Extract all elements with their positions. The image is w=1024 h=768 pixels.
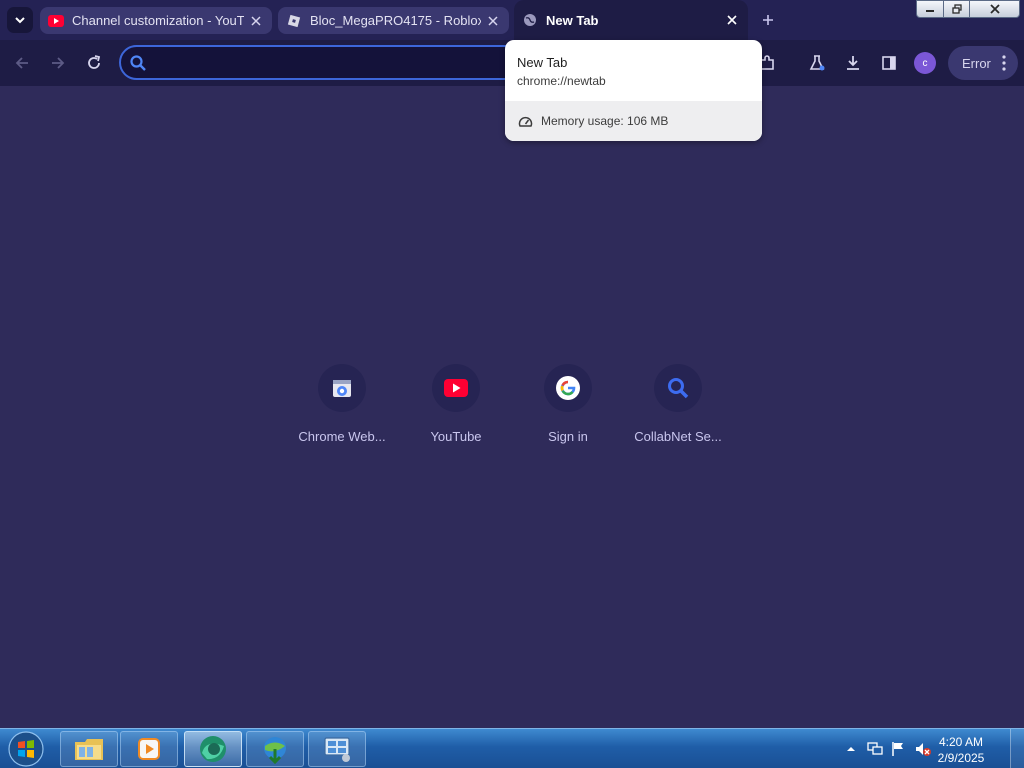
shortcut-label: YouTube — [430, 429, 482, 444]
downloads-button[interactable] — [840, 50, 866, 76]
shortcut-chrome-web-store[interactable]: Chrome Web... — [286, 362, 398, 452]
tab-close-button[interactable] — [485, 13, 501, 29]
youtube-icon — [444, 379, 468, 397]
system-clock[interactable]: 4:20 AM 2/9/2025 — [924, 734, 998, 766]
shortcut-tile — [544, 364, 592, 412]
globe-icon — [522, 12, 538, 28]
shortcut-collabnet-search[interactable]: CollabNet Se... — [622, 362, 734, 452]
tab-new-tab[interactable]: New Tab — [514, 0, 748, 40]
error-label: Error — [962, 55, 991, 71]
youtube-icon — [48, 13, 64, 29]
restore-button[interactable] — [944, 0, 970, 18]
shortcut-sign-in[interactable]: Sign in — [512, 362, 624, 452]
shortcut-youtube[interactable]: YouTube — [400, 362, 512, 452]
windows-start-icon — [8, 731, 44, 767]
shortcut-tile — [432, 364, 480, 412]
chrome-web-store-icon — [333, 380, 351, 397]
memory-usage: Memory usage: 106 MB — [541, 114, 669, 128]
tab-hover-card: New Tab chrome://newtab Memory usage: 10… — [505, 40, 762, 141]
remote-desktop-icon — [324, 737, 350, 762]
taskbar-chrome[interactable] — [184, 731, 242, 767]
close-icon — [488, 15, 498, 26]
close-window-button[interactable] — [970, 0, 1020, 18]
search-icon — [668, 378, 689, 399]
tab-title: Bloc_MegaPRO4175 - Roblox — [310, 13, 481, 28]
file-explorer-icon — [75, 739, 103, 760]
google-icon — [556, 376, 580, 400]
forward-button[interactable] — [45, 50, 71, 76]
search-icon — [130, 55, 146, 71]
arrow-right-icon — [52, 57, 65, 69]
minimize-button[interactable] — [916, 0, 944, 18]
shortcut-label: CollabNet Se... — [634, 429, 722, 444]
tab-close-button[interactable] — [248, 13, 264, 29]
taskbar-remote-desktop[interactable] — [308, 731, 366, 767]
shortcut-tile — [654, 364, 702, 412]
tab-title: New Tab — [546, 12, 599, 28]
hover-card-title: New Tab — [517, 55, 568, 70]
tab-roblox[interactable]: Bloc_MegaPRO4175 - Roblox — [278, 7, 509, 34]
back-button[interactable] — [9, 50, 35, 76]
shortcut-label: Sign in — [548, 429, 588, 444]
tab-strip: Channel customization - YouTube Bloc_Meg… — [0, 0, 1024, 40]
clock-time: 4:20 AM — [938, 735, 984, 749]
more-vert-icon — [1002, 55, 1006, 71]
new-tab-button[interactable] — [756, 8, 780, 32]
taskbar-file-explorer[interactable] — [60, 731, 118, 767]
taskbar-internet-download-manager[interactable] — [246, 731, 304, 767]
address-bar[interactable] — [119, 45, 539, 80]
close-icon — [251, 15, 261, 26]
shortcut-tile — [318, 364, 366, 412]
chrome-icon — [200, 736, 226, 762]
roblox-icon — [286, 13, 302, 29]
taskbar: 4:20 AM 2/9/2025 — [0, 728, 1024, 768]
download-icon — [847, 56, 859, 70]
side-panel-button[interactable] — [876, 50, 902, 76]
tab-close-button[interactable] — [724, 12, 740, 28]
hover-card-url: chrome://newtab — [517, 74, 606, 88]
show-desktop-button[interactable] — [1010, 729, 1024, 768]
clock-date: 2/9/2025 — [937, 751, 985, 765]
taskbar-media-player[interactable] — [120, 731, 178, 767]
action-center-flag-icon[interactable] — [890, 741, 906, 757]
plus-icon — [763, 15, 773, 25]
minimize-icon — [926, 10, 934, 12]
start-button[interactable] — [6, 730, 46, 768]
restore-icon — [951, 4, 962, 14]
error-menu-button[interactable]: Error — [948, 46, 1018, 80]
speedometer-icon — [518, 116, 533, 127]
show-hidden-icons-icon[interactable] — [846, 745, 856, 753]
close-icon — [989, 4, 1000, 14]
side-panel-icon — [882, 56, 896, 70]
network-icon[interactable] — [866, 741, 884, 757]
reload-icon — [88, 55, 101, 69]
media-player-icon — [138, 738, 160, 760]
tab-youtube-channel-customization[interactable]: Channel customization - YouTube — [40, 7, 272, 34]
profile-avatar[interactable]: c — [914, 52, 936, 74]
hover-card-footer: Memory usage: 106 MB — [505, 101, 762, 141]
arrow-left-icon — [15, 57, 28, 69]
internet-download-manager-icon — [264, 737, 286, 764]
shortcut-label: Chrome Web... — [298, 429, 386, 444]
tab-title: Channel customization - YouTube — [72, 13, 244, 28]
tab-search-button[interactable] — [7, 7, 33, 33]
flask-icon — [809, 55, 825, 71]
labs-button[interactable] — [804, 50, 830, 76]
reload-button[interactable] — [81, 50, 107, 76]
address-input[interactable] — [155, 52, 515, 74]
chevron-down-icon — [15, 17, 25, 24]
close-icon — [727, 15, 737, 25]
window-controls — [916, 0, 1020, 18]
